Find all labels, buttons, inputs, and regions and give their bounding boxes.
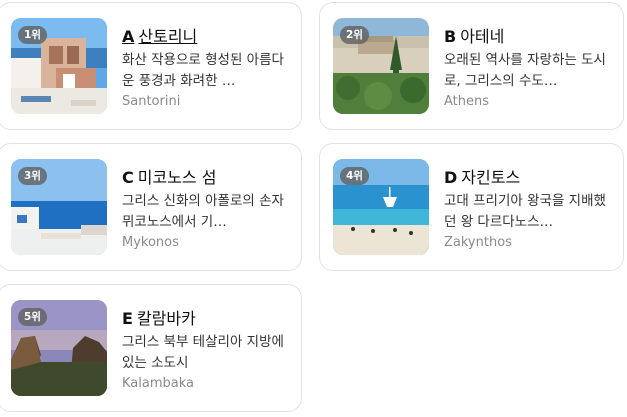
place-title[interactable]: E 칼람바카 [122,305,196,329]
place-letter: D [444,168,458,187]
rank-badge: 2위 [340,26,369,44]
place-english-name: Kalambaka [122,376,194,391]
place-name: 아테네 [460,27,505,46]
place-card-santorini[interactable]: 1위 A 산토리니 화산 작용으로 형성된 아름다운 풍경과 화려한 … Sant… [0,2,302,130]
place-english-name: Athens [444,94,490,109]
place-letter: A [122,27,135,46]
place-letter: C [122,168,134,187]
place-description: 고대 프리기아 왕국을 지배했던 왕 다르다노스… [444,193,606,230]
place-card-mykonos[interactable]: 3위 C 미코노스 섬 그리스 신화의 아폴로의 손자 뮈코노스에서 기… Myk… [0,143,302,271]
rank-badge: 1위 [18,26,47,44]
place-name: 칼람바카 [136,309,196,328]
athens-photo[interactable]: 2위 [333,18,429,114]
place-title[interactable]: C 미코노스 섬 [122,164,216,188]
rank-badge: 4위 [340,167,369,185]
place-english-name: Mykonos [122,235,179,250]
place-english-name: Zakynthos [444,235,512,250]
kalambaka-photo[interactable]: 5위 [11,300,107,396]
place-description: 그리스 북부 테살리아 지방에 있는 소도시 [122,334,284,371]
place-description: 오래된 역사를 자랑하는 도시로, 그리스의 수도… [444,52,606,89]
place-title[interactable]: A 산토리니 [122,23,197,47]
place-title[interactable]: D 자킨토스 [444,164,520,188]
place-letter: E [122,309,133,328]
place-english-name: Santorini [122,94,181,109]
place-name: 산토리니 [138,27,198,46]
rank-badge: 3위 [18,167,47,185]
zakynthos-photo[interactable]: 4위 [333,159,429,255]
place-description: 화산 작용으로 형성된 아름다운 풍경과 화려한 … [122,52,284,89]
place-card-athens[interactable]: 2위 B 아테네 오래된 역사를 자랑하는 도시로, 그리스의 수도… Athen… [319,2,624,130]
place-letter: B [444,27,457,46]
place-name: 자킨토스 [461,168,521,187]
place-card-zakynthos[interactable]: 4위 D 자킨토스 고대 프리기아 왕국을 지배했던 왕 다르다노스… Zakyn… [319,143,624,271]
place-card-kalambaka[interactable]: 5위 E 칼람바카 그리스 북부 테살리아 지방에 있는 소도시 Kalambak… [0,284,302,412]
rank-badge: 5위 [18,308,47,326]
place-name: 미코노스 섬 [137,168,217,187]
santorini-photo[interactable]: 1위 [11,18,107,114]
mykonos-photo[interactable]: 3위 [11,159,107,255]
place-title[interactable]: B 아테네 [444,23,504,47]
place-description: 그리스 신화의 아폴로의 손자 뮈코노스에서 기… [122,193,284,230]
